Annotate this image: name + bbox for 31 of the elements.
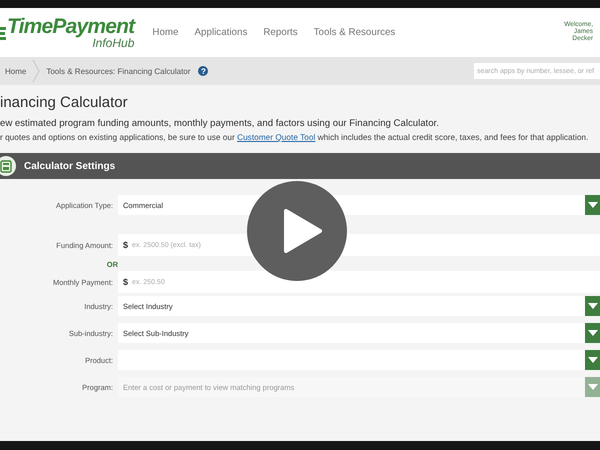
breadcrumb-link[interactable]: Tools & Resources: Financing Calculator xyxy=(46,66,190,76)
breadcrumb-link[interactable]: Home xyxy=(5,66,26,76)
customer-quote-link[interactable]: Customer Quote Tool xyxy=(237,132,316,142)
chevron-icon xyxy=(32,60,40,82)
currency-symbol: $ xyxy=(118,271,132,293)
dropdown-button[interactable] xyxy=(585,350,600,370)
caret-icon xyxy=(588,330,598,336)
currency-symbol: $ xyxy=(118,234,132,256)
caret-icon xyxy=(588,357,598,363)
nav-link[interactable]: Reports xyxy=(263,27,298,38)
caret-icon xyxy=(588,303,598,309)
nav-link[interactable]: Home xyxy=(152,27,179,38)
dropdown-button[interactable] xyxy=(585,323,600,343)
note-text: r quotes and options on existing applications, be sure to use our Customer Quote Tool which includes the actual credit score, taxes, and fees for that application. xyxy=(0,132,590,142)
caret-icon xyxy=(588,384,598,390)
caret-icon xyxy=(588,202,598,208)
section-title: Calculator Settings xyxy=(24,160,116,172)
logo-title: TimePayment xyxy=(7,16,134,37)
select-field[interactable] xyxy=(118,350,585,370)
lead-text: ew estimated program funding amounts, monthly payments, and factors using our Financing Calculator. xyxy=(0,118,440,129)
dropdown-button[interactable] xyxy=(585,195,600,215)
logo-mark-icon xyxy=(0,24,6,40)
play-icon xyxy=(282,209,322,253)
nav-link[interactable]: Tools & Resources xyxy=(314,27,396,38)
logo[interactable]: TimePayment InfoHub xyxy=(0,16,134,49)
help-icon[interactable]: ? xyxy=(198,66,208,76)
page-title: inancing Calculator xyxy=(0,94,129,111)
logo-subtitle: InfoHub xyxy=(92,37,134,49)
calculator-icon xyxy=(0,156,18,176)
dropdown-button[interactable] xyxy=(585,296,600,316)
nav-link[interactable]: Applications xyxy=(194,27,248,38)
